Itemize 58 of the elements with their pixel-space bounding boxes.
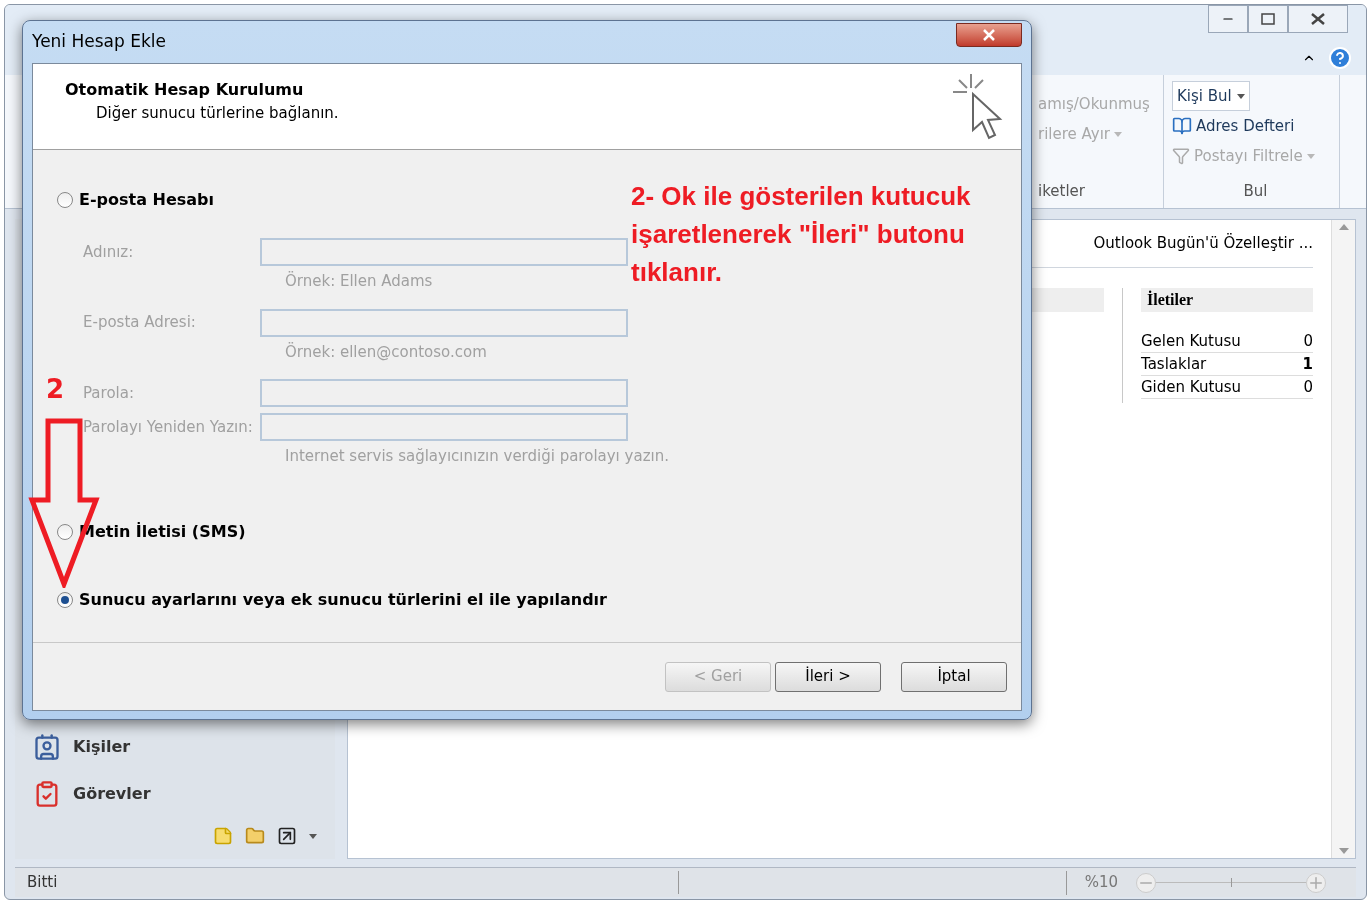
folder-name[interactable]: Giden Kutusu (1141, 375, 1242, 399)
close-icon (982, 29, 996, 41)
header-title: Otomatik Hesap Kurulumu (65, 79, 305, 101)
group-label: iketler (1038, 180, 1086, 202)
folder-name[interactable]: Taslaklar (1141, 352, 1207, 376)
close-icon (1310, 12, 1326, 26)
maximize-button[interactable] (1248, 5, 1288, 33)
option-label[interactable]: Sunucu ayarlarını veya ek sunucu türlerini el ile yapılandır (79, 587, 607, 612)
item-count: 0 (1303, 376, 1313, 398)
book-icon (1172, 116, 1192, 136)
shortcut-icon[interactable] (277, 826, 297, 846)
customize-link[interactable]: Outlook Bugün'ü Özelleştir ... (1093, 232, 1313, 255)
caret-icon (1237, 93, 1245, 99)
caret-icon (1114, 131, 1123, 137)
dialog-button[interactable]: İleri > (775, 661, 881, 692)
header-subtitle: Diğer sunucu türlerine bağlanın. (95, 103, 339, 124)
contact-card-icon (33, 732, 61, 761)
item-count: 1 (1302, 353, 1313, 375)
close-button[interactable] (956, 23, 1022, 47)
note-icon[interactable] (213, 826, 233, 846)
filter-icon (1172, 147, 1190, 165)
help-icon[interactable] (1328, 46, 1352, 70)
zoom-level: %10 (1083, 872, 1119, 894)
search-dropdown[interactable]: Kişi Bul (1172, 81, 1250, 111)
radio-button[interactable] (57, 591, 73, 608)
caret-icon (1306, 153, 1315, 159)
field-hint: Örnek: Ellen Adams (285, 270, 433, 292)
dialog-title: Yeni Hesap Ekle (32, 30, 166, 54)
nav-item[interactable]: Kişiler (15, 723, 335, 770)
folder-name[interactable]: Gelen Kutusu (1141, 329, 1241, 353)
field-label: E-posta Adresi: (83, 312, 197, 334)
minimize-button[interactable] (1208, 5, 1248, 33)
field-hint: Örnek: ellen@contoso.com (285, 341, 487, 363)
option-label[interactable]: E-posta Hesabı (79, 188, 215, 212)
folder-icon[interactable] (245, 826, 265, 846)
group-label: Bul (1243, 180, 1268, 202)
radio-button[interactable] (57, 192, 73, 208)
zoom-in-icon[interactable] (1306, 872, 1326, 893)
scroll-down-icon[interactable] (1338, 848, 1349, 854)
close-button[interactable] (1288, 5, 1348, 33)
field-label: Parola: (83, 382, 135, 404)
section-title: İletiler (1141, 288, 1313, 312)
annotation-note: 2- Ok ile gösterilen kutucuk işaretlenerek "İleri" butonu tıklanır. (631, 180, 972, 289)
maximize-icon (1261, 13, 1275, 25)
caret-icon (309, 833, 317, 839)
status-text: Bitti (15, 871, 679, 894)
step-number: 2 (46, 373, 65, 406)
field-label: Parolayı Yeniden Yazın: (83, 416, 254, 438)
nav-item[interactable]: Görevler (15, 770, 335, 817)
dialog-button[interactable]: İptal (901, 661, 1007, 692)
item-count: 0 (1303, 330, 1313, 352)
zoom-out-icon[interactable] (1136, 872, 1156, 893)
scroll-up-icon[interactable] (1338, 224, 1349, 230)
scrollbar[interactable] (1331, 220, 1355, 858)
field-hint: Internet servis sağlayıcınızın verdiği parolayı yazın. (285, 446, 669, 467)
radio-button[interactable] (57, 523, 73, 540)
field-label: Adınız: (83, 241, 135, 263)
ribbon-button[interactable]: Adres Defteri (1172, 111, 1339, 141)
